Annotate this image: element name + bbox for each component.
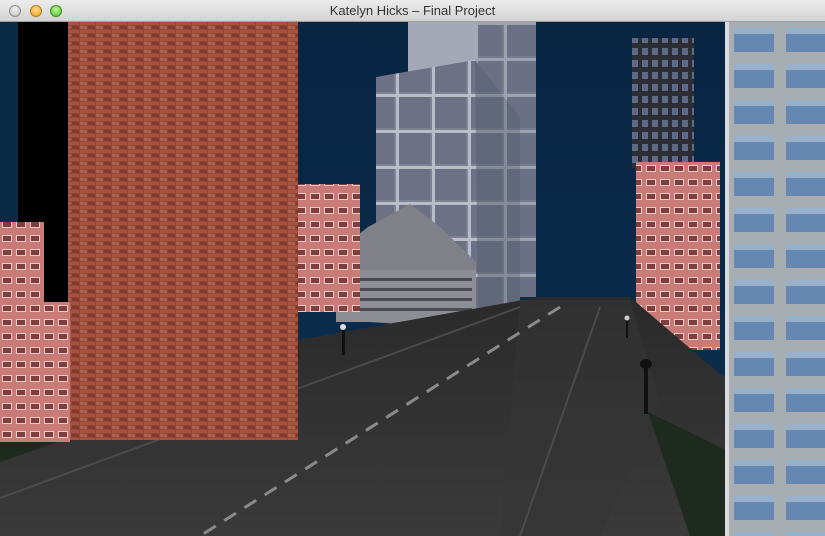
title-bar[interactable]: Katelyn Hicks – Final Project [0,0,825,22]
brick-building-left [0,22,298,442]
app-window: Katelyn Hicks – Final Project [0,0,825,536]
window-title: Katelyn Hicks – Final Project [329,3,496,18]
blue-window-building-right [725,22,825,536]
pink-building-left-center [298,184,360,312]
city-scene [0,22,825,536]
3d-viewport[interactable] [0,22,825,536]
